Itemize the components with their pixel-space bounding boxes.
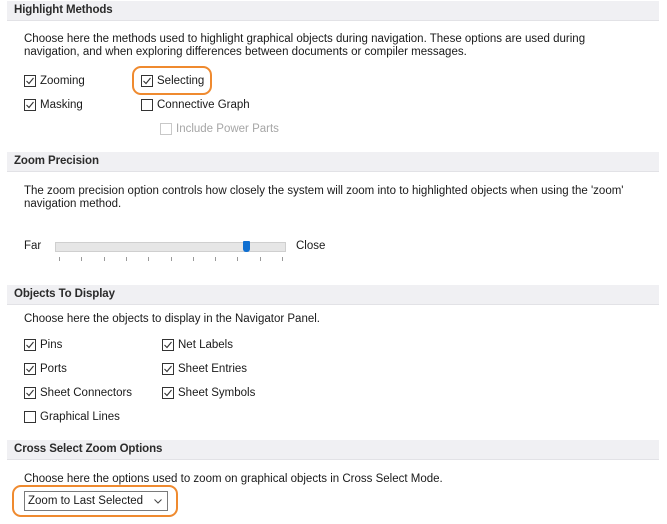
cross-select-zoom-dropdown[interactable]: Zoom to Last Selected	[24, 491, 168, 511]
check-icon	[164, 365, 172, 373]
description-line: Choose here the methods used to highligh…	[24, 33, 586, 45]
check-icon	[164, 341, 172, 349]
include-power-parts-checkbox[interactable]: Include Power Parts	[160, 121, 279, 137]
dropdown-selected-value: Zoom to Last Selected	[28, 495, 144, 507]
slider-max-label: Close	[296, 240, 326, 252]
slider-tick	[237, 257, 238, 261]
section-title: Cross Select Zoom Options	[14, 443, 163, 455]
slider-tick	[104, 257, 105, 261]
zoom-precision-slider-thumb[interactable]	[242, 241, 250, 252]
pins-checkbox[interactable]: Pins	[24, 337, 62, 353]
cross-select-description: Choose here the options used to zoom on …	[24, 473, 443, 485]
masking-checkbox[interactable]: Masking	[24, 97, 83, 113]
slider-tick	[81, 257, 82, 261]
checkbox-label: Zooming	[40, 75, 85, 87]
section-header-highlight-methods: Highlight Methods	[7, 1, 659, 21]
connective-graph-checkbox[interactable]: Connective Graph	[141, 97, 250, 113]
chevron-down-icon	[153, 496, 163, 509]
check-icon	[26, 77, 34, 85]
sheet-symbols-checkbox[interactable]: Sheet Symbols	[162, 385, 255, 401]
slider-tick	[148, 257, 149, 261]
slider-tick	[171, 257, 172, 261]
slider-tick	[215, 257, 216, 261]
ports-checkbox[interactable]: Ports	[24, 361, 67, 377]
net-labels-checkbox[interactable]: Net Labels	[162, 337, 233, 353]
check-icon	[164, 389, 172, 397]
check-icon	[26, 389, 34, 397]
section-header-objects-to-display: Objects To Display	[7, 285, 659, 305]
checkbox-label: Ports	[40, 363, 67, 375]
checkbox-label: Sheet Entries	[178, 363, 248, 375]
check-icon	[26, 341, 34, 349]
section-title: Objects To Display	[14, 288, 115, 300]
checkbox-label: Sheet Connectors	[40, 387, 133, 399]
checkbox-label: Sheet Symbols	[178, 387, 256, 399]
check-icon	[143, 77, 151, 85]
checkbox-box	[160, 123, 172, 135]
checkbox-box	[24, 363, 36, 375]
checkbox-label: Pins	[40, 339, 63, 351]
checkbox-box	[162, 387, 174, 399]
description-line: navigation, and when exploring differenc…	[24, 46, 467, 58]
sheet-entries-checkbox[interactable]: Sheet Entries	[162, 361, 247, 377]
slider-tick	[126, 257, 127, 261]
checkbox-box	[24, 339, 36, 351]
checkbox-label: Masking	[40, 99, 83, 111]
selecting-checkbox[interactable]: Selecting	[141, 73, 204, 89]
zoom-precision-description: The zoom precision option controls how c…	[24, 185, 654, 211]
slider-tick	[193, 257, 194, 261]
checkbox-box	[141, 75, 153, 87]
slider-min-label: Far	[24, 240, 42, 252]
checkbox-box	[24, 99, 36, 111]
description-line: The zoom precision option controls how c…	[24, 185, 624, 197]
description-line: navigation method.	[24, 198, 122, 210]
graphical-lines-checkbox[interactable]: Graphical Lines	[24, 409, 120, 425]
highlight-methods-description: Choose here the methods used to highligh…	[24, 33, 654, 59]
checkbox-label: Include Power Parts	[176, 123, 279, 135]
objects-to-display-description: Choose here the objects to display in th…	[24, 313, 320, 325]
checkbox-box	[24, 75, 36, 87]
section-header-cross-select: Cross Select Zoom Options	[7, 440, 659, 460]
zoom-precision-slider-track[interactable]	[55, 242, 286, 252]
checkbox-label: Selecting	[157, 75, 205, 87]
checkbox-box	[141, 99, 153, 111]
section-header-zoom-precision: Zoom Precision	[7, 152, 659, 172]
check-icon	[26, 101, 34, 109]
checkbox-label: Net Labels	[178, 339, 233, 351]
checkbox-box	[162, 363, 174, 375]
slider-tick	[282, 257, 283, 261]
slider-tick	[59, 257, 60, 261]
checkbox-label: Graphical Lines	[40, 411, 120, 423]
section-title: Highlight Methods	[14, 4, 113, 16]
slider-tick	[260, 257, 261, 261]
checkbox-label: Connective Graph	[157, 99, 250, 111]
section-title: Zoom Precision	[14, 155, 99, 167]
sheet-connectors-checkbox[interactable]: Sheet Connectors	[24, 385, 132, 401]
zooming-checkbox[interactable]: Zooming	[24, 73, 85, 89]
checkbox-box	[24, 387, 36, 399]
checkbox-box	[162, 339, 174, 351]
checkbox-box	[24, 411, 36, 423]
check-icon	[26, 365, 34, 373]
